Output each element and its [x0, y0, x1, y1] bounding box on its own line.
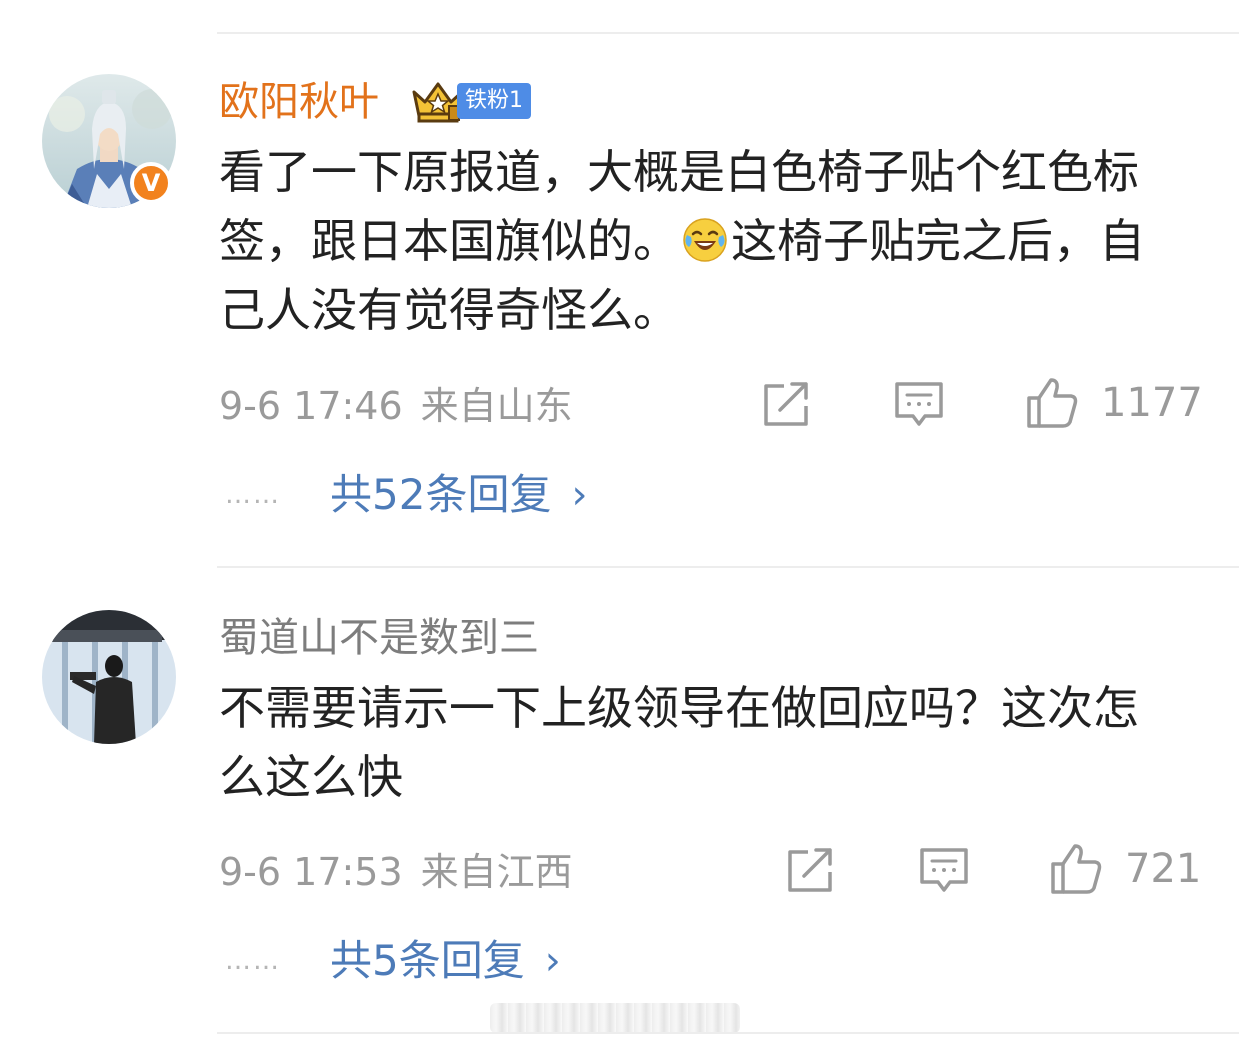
- watermark-blur: [490, 1003, 740, 1033]
- username[interactable]: 蜀道山不是数到三: [219, 614, 539, 662]
- comment-time: 9-6 17:46: [219, 384, 403, 428]
- thumbs-up-icon: [1051, 844, 1102, 894]
- fan-badge: 铁粉1: [457, 83, 531, 119]
- comment-text: 看了一下原报道，大概是白色椅子贴个红色标签，跟日本国旗似的。 这椅子贴完之后，自…: [219, 138, 1179, 345]
- comment-location: 来自山东: [420, 384, 573, 428]
- reply-button[interactable]: [918, 846, 970, 896]
- divider-middle: [217, 566, 1239, 568]
- chevron-right-icon: ›: [571, 472, 588, 518]
- avatar-image: [42, 610, 176, 744]
- like-count: 721: [1125, 846, 1202, 892]
- reply-count-label: 共52条回复: [330, 470, 552, 519]
- username[interactable]: 欧阳秋叶: [219, 78, 379, 126]
- reply-button[interactable]: [893, 380, 945, 430]
- like-button[interactable]: 1177: [1025, 376, 1203, 430]
- view-replies-link[interactable]: …… 共5条回复 ›: [225, 936, 561, 986]
- share-button[interactable]: [762, 380, 812, 428]
- like-count: 1177: [1101, 380, 1203, 426]
- comment-meta: 9-6 17:53 来自江西: [219, 848, 573, 896]
- laugh-cry-emoji-icon: [683, 218, 727, 262]
- share-icon: [788, 848, 832, 892]
- divider-bottom: [217, 1032, 1239, 1034]
- verified-badge: V: [130, 162, 172, 204]
- comment-location: 来自江西: [420, 850, 573, 894]
- comment-bubble-icon: [895, 382, 943, 426]
- share-icon: [764, 382, 808, 426]
- comment-bubble-icon: [920, 848, 968, 892]
- reply-count-label: 共5条回复: [330, 936, 525, 985]
- thumbs-up-icon: [1027, 378, 1078, 428]
- comment-text: 不需要请示一下上级领导在做回应吗？这次怎么这么快: [219, 681, 1139, 804]
- share-button[interactable]: [786, 846, 836, 894]
- divider-top: [217, 32, 1239, 34]
- comment-time: 9-6 17:53: [219, 850, 403, 894]
- like-button[interactable]: 721: [1049, 842, 1201, 896]
- view-replies-link[interactable]: …… 共52条回复 ›: [225, 470, 587, 520]
- avatar[interactable]: [42, 610, 176, 744]
- ellipsis: ……: [225, 480, 281, 510]
- comment-meta: 9-6 17:46 来自山东: [219, 382, 573, 430]
- ellipsis: ……: [225, 946, 281, 976]
- chevron-right-icon: ›: [544, 938, 561, 984]
